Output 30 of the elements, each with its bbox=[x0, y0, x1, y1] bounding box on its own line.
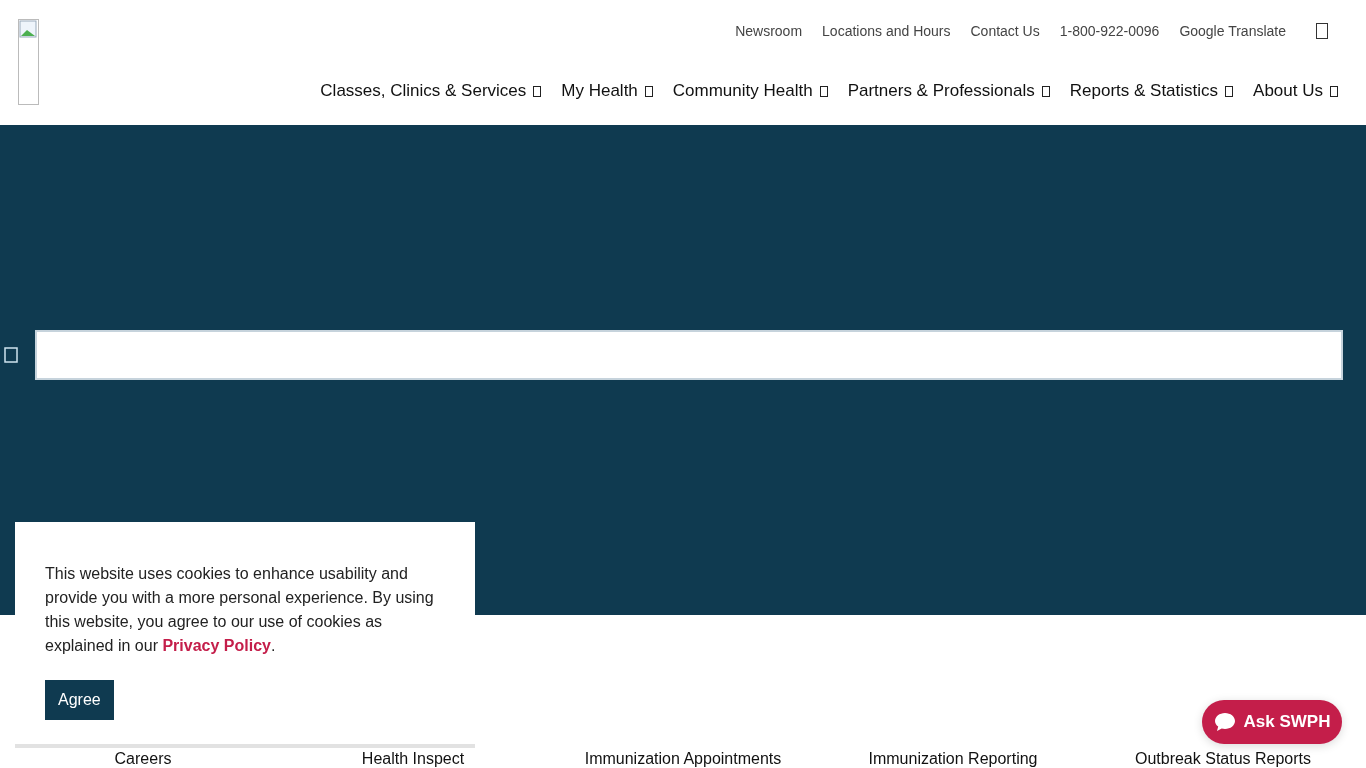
privacy-policy-link[interactable]: Privacy Policy bbox=[162, 637, 271, 654]
chat-button[interactable]: Ask SWPH bbox=[1202, 700, 1342, 744]
utility-link[interactable]: Locations and Hours bbox=[822, 23, 951, 39]
quick-link[interactable]: Immunization Appointments bbox=[584, 750, 782, 768]
nav-menu-item[interactable]: My Health bbox=[561, 81, 653, 101]
utility-link[interactable]: Contact Us bbox=[970, 23, 1040, 39]
glyph-box-icon bbox=[819, 85, 828, 97]
glyph-box-icon bbox=[533, 85, 542, 97]
nav-menu-item[interactable]: About Us bbox=[1253, 81, 1338, 101]
cookie-notice-text: This website uses cookies to enhance usability and provide you with a more personal experience. By using this website, you agree to our use of cookies as explained in our Privacy Policy. bbox=[45, 564, 435, 656]
search-field[interactable] bbox=[35, 330, 1343, 380]
glyph-box-icon bbox=[1225, 85, 1234, 97]
broken-image-icon bbox=[18, 19, 39, 105]
glyph-box-icon bbox=[1330, 85, 1338, 97]
quick-link[interactable]: Health Inspect bbox=[361, 750, 465, 768]
quick-link[interactable]: Outbreak Status Reports bbox=[1134, 750, 1312, 768]
utility-link[interactable]: Google Translate bbox=[1179, 23, 1286, 39]
glyph-box-icon bbox=[1041, 85, 1050, 97]
quick-link[interactable]: Immunization Reporting bbox=[868, 750, 1038, 768]
nav-menu-item[interactable]: Reports & Statistics bbox=[1069, 81, 1234, 101]
glyph-box-icon[interactable] bbox=[1316, 23, 1328, 39]
utility-link[interactable]: Newsroom bbox=[735, 23, 803, 39]
utility-link[interactable]: 1-800-922-0096 bbox=[1059, 23, 1160, 39]
chat-bubble-icon bbox=[1213, 712, 1236, 732]
quick-link[interactable]: Careers bbox=[114, 750, 172, 768]
nav-menu-item[interactable]: Partners & Professionals bbox=[847, 81, 1050, 101]
nav-menu-item[interactable]: Classes, Clinics & Services bbox=[320, 81, 542, 101]
glyph-box-icon bbox=[644, 85, 653, 97]
nav-menu-item[interactable]: Community Health bbox=[672, 81, 828, 101]
agree-button[interactable]: Agree bbox=[45, 680, 114, 720]
